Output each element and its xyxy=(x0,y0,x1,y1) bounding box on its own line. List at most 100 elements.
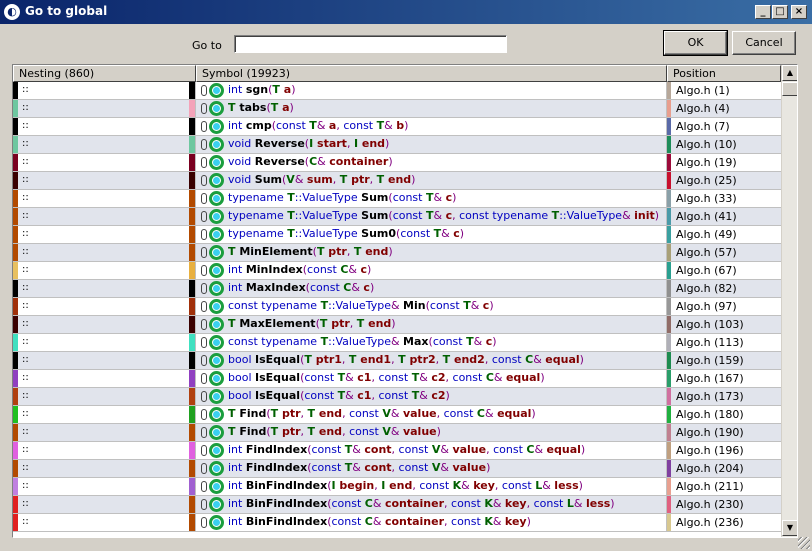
table-row[interactable]: :: bool IsEqual(const T& c1, const T& c2)… xyxy=(13,388,781,406)
nesting-cell: :: xyxy=(13,118,196,135)
table-row[interactable]: :: T MaxElement(T ptr, T end) Algo.h (103) xyxy=(13,316,781,334)
table-row[interactable]: :: T tabs(T a) Algo.h (4) xyxy=(13,100,781,118)
close-button[interactable]: × xyxy=(791,5,807,19)
table-row[interactable]: :: const typename T::ValueType& Max(const… xyxy=(13,334,781,352)
signature-token: & xyxy=(316,119,329,132)
signature-token: & xyxy=(473,335,486,348)
symbol-signature: int MinIndex(const C& c) xyxy=(228,263,371,276)
table-row[interactable]: :: void Sum(V& sum, T ptr, T end) Algo.h (… xyxy=(13,172,781,190)
nesting-text: :: xyxy=(22,462,29,473)
table-row[interactable]: :: void Reverse(I start, I end) Algo.h (10… xyxy=(13,136,781,154)
signature-token: c2 xyxy=(431,389,446,402)
table-row[interactable]: :: const typename T::ValueType& Min(const… xyxy=(13,298,781,316)
cancel-button[interactable]: Cancel xyxy=(732,31,796,55)
column-header-symbol[interactable]: Symbol (19923) xyxy=(196,65,667,82)
position-color-marker xyxy=(667,118,671,135)
nesting-color-bar xyxy=(189,298,195,315)
scroll-up-button[interactable]: ▲ xyxy=(782,65,797,81)
position-color-marker xyxy=(667,226,671,243)
signature-token: end xyxy=(318,425,343,438)
signature-token: IsEqual xyxy=(255,389,301,402)
column-header-position[interactable]: Position xyxy=(667,65,781,82)
signature-token: typename xyxy=(261,299,321,312)
signature-token: key xyxy=(504,515,527,528)
symbol-cell: T MinElement(T ptr, T end) xyxy=(196,244,667,261)
scroll-down-button[interactable]: ▼ xyxy=(782,520,797,536)
table-row[interactable]: :: typename T::ValueType Sum0(const T& c)… xyxy=(13,226,781,244)
signature-token: end xyxy=(365,245,389,258)
position-text: Algo.h (41) xyxy=(676,210,737,223)
goto-input[interactable] xyxy=(234,35,507,53)
symbol-cell: bool IsEqual(const T& c1, const T& c2) xyxy=(196,388,667,405)
minimize-button[interactable]: _ xyxy=(755,5,771,19)
position-cell: Algo.h (180) xyxy=(667,406,781,423)
table-row[interactable]: :: T MinElement(T ptr, T end) Algo.h (57) xyxy=(13,244,781,262)
table-row[interactable]: :: int BinFindIndex(I begin, I end, const… xyxy=(13,478,781,496)
position-cell: Algo.h (196) xyxy=(667,442,781,459)
position-cell: Algo.h (1) xyxy=(667,82,781,99)
nesting-text: :: xyxy=(22,408,29,419)
table-row[interactable]: :: int BinFindIndex(const C& container, c… xyxy=(13,496,781,514)
signature-token: & xyxy=(492,497,505,510)
table-row[interactable]: :: bool IsEqual(const T& c1, const T& c2,… xyxy=(13,370,781,388)
signature-token: , xyxy=(435,353,443,366)
table-row[interactable]: :: typename T::ValueType Sum(const T& c, … xyxy=(13,208,781,226)
table-row[interactable]: :: int MaxIndex(const C& c) Algo.h (82) xyxy=(13,280,781,298)
signature-token: & xyxy=(493,371,506,384)
symbol-cell: int MinIndex(const C& c) xyxy=(196,262,667,279)
signature-token: bool xyxy=(228,389,255,402)
ok-button[interactable]: OK xyxy=(663,30,728,56)
nesting-text: :: xyxy=(22,300,29,311)
signature-token: const xyxy=(451,497,485,510)
signature-token: bool xyxy=(228,371,255,384)
table-row[interactable]: :: int FindIndex(const T& cont, const V& … xyxy=(13,460,781,478)
nesting-color-marker xyxy=(13,172,18,189)
signature-token: T xyxy=(304,353,316,366)
signature-token: ::ValueType xyxy=(559,209,623,222)
nesting-text: :: xyxy=(22,282,29,293)
resize-grip-icon[interactable] xyxy=(798,537,810,549)
table-row[interactable]: :: bool IsEqual(T ptr1, T end1, T ptr2, T… xyxy=(13,352,781,370)
position-text: Algo.h (204) xyxy=(676,462,744,475)
signature-token: FindIndex xyxy=(245,461,308,474)
vertical-scrollbar[interactable]: ▲ ▼ xyxy=(781,65,797,537)
nesting-text: :: xyxy=(22,498,29,509)
table-row[interactable]: :: void Reverse(C& container) Algo.h (19) xyxy=(13,154,781,172)
position-color-marker xyxy=(667,424,671,441)
signature-token: K xyxy=(452,479,462,492)
symbol-cell: void Sum(V& sum, T ptr, T end) xyxy=(196,172,667,189)
table-row[interactable]: :: int BinFindIndex(const C& container, c… xyxy=(13,514,781,532)
maximize-button[interactable]: □ xyxy=(772,5,788,19)
template-marker-icon xyxy=(201,121,207,132)
position-text: Algo.h (19) xyxy=(676,156,737,169)
table-row[interactable]: :: T Find(T ptr, T end, const V& value, c… xyxy=(13,406,781,424)
table-row[interactable]: :: int MinIndex(const C& c) Algo.h (67) xyxy=(13,262,781,280)
nesting-text: :: xyxy=(22,426,29,437)
signature-token: int xyxy=(228,497,246,510)
symbol-list[interactable]: Nesting (860) Symbol (19923) Position ::… xyxy=(12,64,798,538)
table-row[interactable]: :: T Find(T ptr, T end, const V& value) Al… xyxy=(13,424,781,442)
nesting-color-bar xyxy=(189,154,195,171)
signature-token: ) xyxy=(445,389,450,402)
nesting-cell: :: xyxy=(13,352,196,369)
table-row[interactable]: :: typename T::ValueType Sum(const T& c) A… xyxy=(13,190,781,208)
symbol-signature: bool IsEqual(const T& c1, const T& c2) xyxy=(228,389,450,402)
signature-token: T xyxy=(348,353,361,366)
template-marker-icon xyxy=(201,445,207,456)
signature-token: , xyxy=(391,443,399,456)
signature-token: & xyxy=(622,209,635,222)
symbol-cell: const typename T::ValueType& Max(const T… xyxy=(196,334,667,351)
signature-token: & xyxy=(419,389,432,402)
symbol-signature: typename T::ValueType Sum(const T& c, co… xyxy=(228,209,659,222)
symbol-cell: T Find(T ptr, T end, const V& value) xyxy=(196,424,667,441)
position-color-marker xyxy=(667,154,671,171)
position-text: Algo.h (173) xyxy=(676,390,744,403)
column-header-nesting[interactable]: Nesting (860) xyxy=(13,65,196,82)
table-row[interactable]: :: int FindIndex(const T& cont, const V& … xyxy=(13,442,781,460)
scroll-thumb[interactable] xyxy=(782,82,797,96)
table-row[interactable]: :: int cmp(const T& a, const T& b) Algo.h … xyxy=(13,118,781,136)
signature-token: ) xyxy=(369,281,375,294)
table-row[interactable]: :: int sgn(T a) Algo.h (1) xyxy=(13,82,781,100)
nesting-color-marker xyxy=(13,82,18,99)
nesting-color-bar xyxy=(189,208,195,225)
